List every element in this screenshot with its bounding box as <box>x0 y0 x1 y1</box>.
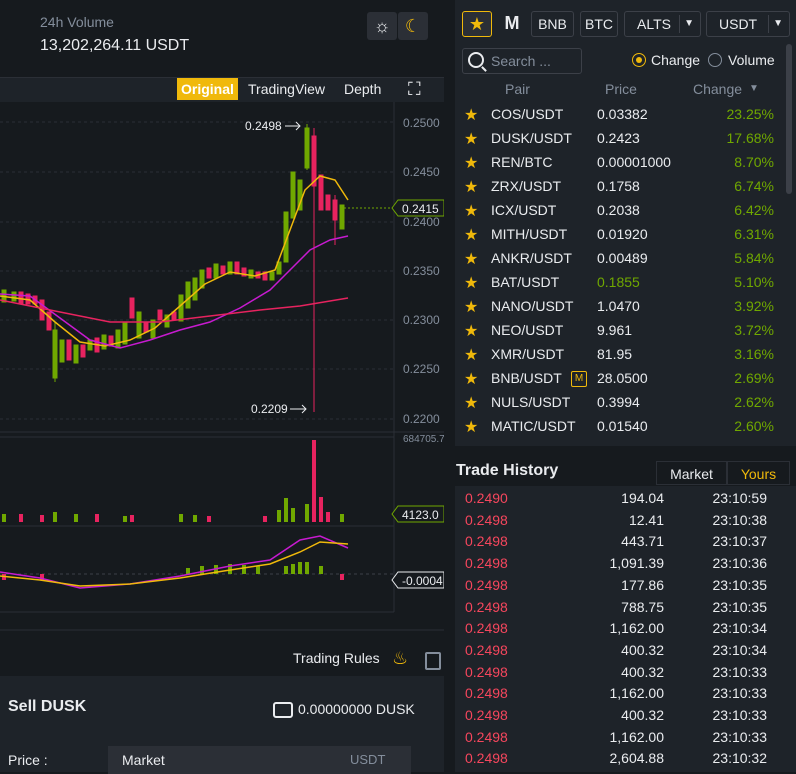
price-label: Price : <box>8 752 48 768</box>
high-label: 0.2498 <box>245 119 282 133</box>
trade-history-title: Trade History <box>456 462 559 479</box>
table-row: 0.2498 443.71 23:10:37 <box>465 533 767 550</box>
star-icon[interactable]: ★ <box>464 105 478 125</box>
star-icon[interactable]: ★ <box>464 153 478 173</box>
table-row: 0.2498 2,604.88 23:10:32 <box>465 750 767 767</box>
pair-list-scrollbar[interactable] <box>786 44 792 194</box>
chevron-down-icon[interactable]: ▼ <box>773 12 783 36</box>
tab-your-trades[interactable]: Yours <box>727 461 790 485</box>
svg-text:0.2450: 0.2450 <box>403 165 440 179</box>
list-item[interactable]: ★ REN/BTC 0.00001000 8.70% <box>455 150 796 174</box>
tab-usdt[interactable]: USDT ▼ <box>706 11 790 37</box>
margin-tab[interactable]: M <box>499 11 525 37</box>
tab-original[interactable]: Original <box>177 78 238 100</box>
list-item[interactable]: ★ MITH/USDT 0.01920 6.31% <box>455 222 796 246</box>
star-icon[interactable]: ★ <box>464 177 478 197</box>
star-icon[interactable]: ★ <box>464 417 478 437</box>
change-radio[interactable] <box>632 53 646 67</box>
col-change[interactable]: Change <box>693 81 742 97</box>
list-item[interactable]: ★ NULS/USDT 0.3994 2.62% <box>455 390 796 414</box>
star-icon[interactable]: ★ <box>464 369 478 389</box>
table-row: 0.2498 1,162.00 23:10:33 <box>465 728 767 745</box>
star-icon[interactable]: ★ <box>464 345 478 365</box>
table-row: 0.2498 400.32 23:10:34 <box>465 641 767 658</box>
calculator-icon[interactable] <box>425 652 441 670</box>
star-icon[interactable]: ★ <box>464 321 478 341</box>
volume-axis-top: 684705.70 <box>403 434 444 445</box>
star-icon[interactable]: ★ <box>464 249 478 269</box>
fullscreen-icon[interactable]: ⛶ <box>404 78 425 100</box>
current-price-tag: 0.2415 <box>402 202 439 216</box>
list-item[interactable]: ★ COS/USDT 0.03382 23.25% <box>455 102 796 126</box>
price-unit: USDT <box>350 752 386 767</box>
tab-market-trades[interactable]: Market <box>656 461 727 485</box>
star-icon[interactable]: ★ <box>464 201 478 221</box>
list-item[interactable]: ★ ICX/USDT 0.2038 6.42% <box>455 198 796 222</box>
table-row: 0.2498 12.41 23:10:38 <box>465 511 767 528</box>
tab-btc[interactable]: BTC <box>580 11 618 37</box>
svg-text:0.2400: 0.2400 <box>403 215 440 229</box>
tab-tradingview[interactable]: TradingView <box>244 78 329 100</box>
table-row: 0.2498 788.75 23:10:35 <box>465 598 767 615</box>
star-icon[interactable]: ★ <box>464 225 478 245</box>
table-row: 0.2498 400.32 23:10:33 <box>465 663 767 680</box>
star-icon[interactable]: ★ <box>464 273 478 293</box>
star-icon[interactable]: ★ <box>464 297 478 317</box>
tab-depth[interactable]: Depth <box>340 78 385 100</box>
sell-title: Sell DUSK <box>8 698 87 715</box>
list-item[interactable]: ★ BAT/USDT 0.1855 5.10% <box>455 270 796 294</box>
list-item[interactable]: ★ XMR/USDT 81.95 3.16% <box>455 342 796 366</box>
dark-theme-button[interactable]: ☾ <box>398 12 428 40</box>
svg-text:0.2500: 0.2500 <box>403 116 440 130</box>
volume-label: 24h Volume <box>40 14 114 30</box>
svg-text:0.2350: 0.2350 <box>403 264 440 278</box>
table-row: 0.2498 1,162.00 23:10:33 <box>465 685 767 702</box>
star-icon[interactable]: ★ <box>464 129 478 149</box>
col-price[interactable]: Price <box>605 81 637 97</box>
candlestick-chart[interactable]: 0.2498 0.2209 0.2500 0.2450 0.2400 0.235… <box>0 102 444 632</box>
list-item[interactable]: ★ ANKR/USDT 0.00489 5.84% <box>455 246 796 270</box>
favorites-tab[interactable]: ★ <box>462 11 492 37</box>
chevron-down-icon[interactable]: ▼ <box>684 12 694 36</box>
search-placeholder: Search ... <box>491 53 551 69</box>
list-item[interactable]: ★ NEO/USDT 9.961 3.72% <box>455 318 796 342</box>
table-row: 0.2490 194.04 23:10:59 <box>465 490 767 506</box>
svg-text:0.2250: 0.2250 <box>403 362 440 376</box>
list-item[interactable]: ★ DUSK/USDT 0.2423 17.68% <box>455 126 796 150</box>
change-radio-label[interactable]: Change <box>651 52 700 68</box>
tab-bnb[interactable]: BNB <box>531 11 574 37</box>
volume-radio-label[interactable]: Volume <box>728 52 775 68</box>
list-item[interactable]: ★ ZRX/USDT 0.1758 6.74% <box>455 174 796 198</box>
table-row: 0.2498 400.32 23:10:33 <box>465 707 767 723</box>
trading-rules-link[interactable]: Trading Rules <box>293 650 380 666</box>
col-pair[interactable]: Pair <box>505 81 530 97</box>
volume-tag: 4123.0 <box>402 508 439 522</box>
list-item[interactable]: ★ MATIC/USDT 0.01540 2.60% <box>455 414 796 438</box>
price-mode: Market <box>122 752 165 768</box>
list-item[interactable]: ★ BNB/USDT M 28.0500 2.69% <box>455 366 796 390</box>
volume-radio[interactable] <box>708 53 722 67</box>
star-icon[interactable]: ★ <box>464 393 478 413</box>
tab-alts[interactable]: ALTS ▼ <box>624 11 701 37</box>
sun-icon: ☼ <box>373 15 391 36</box>
balance-value: 0.00000000 DUSK <box>298 701 415 717</box>
light-theme-button[interactable]: ☼ <box>367 12 397 40</box>
table-row: 0.2498 1,091.39 23:10:36 <box>465 555 767 572</box>
sort-desc-icon[interactable]: ▼ <box>749 83 759 94</box>
star-icon: ★ <box>468 14 486 34</box>
wallet-icon <box>273 702 293 718</box>
svg-text:0.2200: 0.2200 <box>403 412 440 426</box>
svg-text:0.2300: 0.2300 <box>403 313 440 327</box>
table-row: 0.2498 177.86 23:10:35 <box>465 576 767 593</box>
table-row: 0.2498 1,162.00 23:10:34 <box>465 620 767 637</box>
search-icon <box>468 52 484 68</box>
fire-icon[interactable]: ♨ <box>392 648 408 669</box>
list-item[interactable]: ★ NANO/USDT 1.0470 3.92% <box>455 294 796 318</box>
macd-tag: -0.0004 <box>402 574 443 588</box>
low-label: 0.2209 <box>251 402 288 416</box>
moon-icon: ☾ <box>404 15 422 36</box>
volume-value: 13,202,264.11 USDT <box>40 37 190 54</box>
margin-badge: M <box>571 371 587 387</box>
